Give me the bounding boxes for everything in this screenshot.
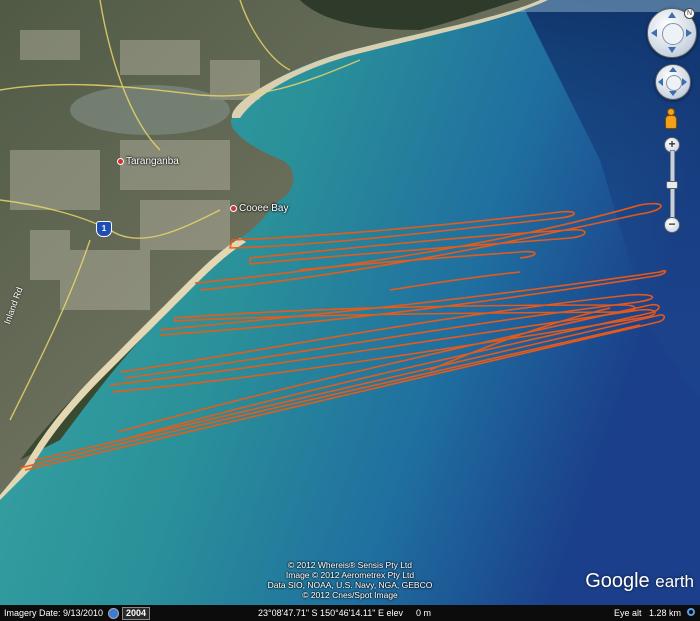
- eye-altitude-value: 1.28 km: [649, 608, 682, 618]
- zoom-out-button[interactable]: −: [664, 217, 680, 233]
- historical-imagery-clock-icon[interactable]: [108, 608, 119, 619]
- map-scene[interactable]: [0, 0, 700, 605]
- move-right-arrow-icon[interactable]: [682, 78, 687, 86]
- highway-shield-icon: 1: [96, 221, 112, 237]
- place-name: Cooee Bay: [239, 203, 289, 214]
- place-marker-icon: [117, 157, 124, 165]
- look-up-arrow-icon[interactable]: [668, 12, 676, 18]
- imagery-credits: © 2012 Whereis® Sensis Pty Ltd Image © 2…: [200, 560, 500, 600]
- place-label-cooee-bay[interactable]: Cooee Bay: [230, 203, 288, 214]
- logo-google: Google: [585, 570, 650, 592]
- credit-line: Image © 2012 Aerometrex Pty Ltd: [285, 570, 415, 580]
- streaming-status-icon: [687, 608, 695, 616]
- place-label-taranganba[interactable]: Taranganba: [117, 156, 179, 167]
- place-name: Taranganba: [126, 156, 179, 167]
- imagery-date: Imagery Date: 9/13/2010: [4, 608, 104, 618]
- move-joystick[interactable]: [655, 64, 691, 100]
- move-left-arrow-icon[interactable]: [658, 78, 663, 86]
- pointer-coordinates: 23°08'47.71" S 150°46'14.11" E elev: [258, 608, 403, 618]
- earth-viewport[interactable]: Taranganba Cooee Bay 1 Inland Rd N + − ©…: [0, 0, 700, 621]
- look-right-arrow-icon[interactable]: [686, 29, 692, 37]
- place-marker-icon: [230, 204, 237, 212]
- historical-imagery-year-button[interactable]: 2004: [122, 607, 151, 620]
- move-up-arrow-icon[interactable]: [669, 67, 677, 72]
- pegman-body: [665, 115, 677, 129]
- elevation-value: 0 m: [416, 608, 432, 618]
- street-view-pegman-icon[interactable]: [664, 108, 677, 129]
- look-left-arrow-icon[interactable]: [651, 29, 657, 37]
- status-bar: Imagery Date: 9/13/2010 2004 23°08'47.71…: [0, 605, 700, 621]
- credit-line: © 2012 Cnes/Spot Image: [302, 590, 398, 600]
- look-center[interactable]: [662, 23, 684, 45]
- look-down-arrow-icon[interactable]: [668, 47, 676, 53]
- zoom-slider-knob[interactable]: [666, 181, 678, 189]
- google-earth-logo: Google earth: [585, 570, 694, 593]
- move-down-arrow-icon[interactable]: [669, 91, 677, 96]
- mudflat: [70, 85, 230, 135]
- credit-line: Data SIO, NOAA, U.S. Navy, NGA, GEBCO: [267, 580, 433, 590]
- move-center[interactable]: [666, 75, 682, 91]
- logo-earth: earth: [655, 572, 694, 591]
- north-reset-button[interactable]: N: [684, 8, 695, 19]
- credit-line: © 2012 Whereis® Sensis Pty Ltd: [287, 560, 413, 570]
- eye-altitude-label: Eye alt: [614, 608, 642, 618]
